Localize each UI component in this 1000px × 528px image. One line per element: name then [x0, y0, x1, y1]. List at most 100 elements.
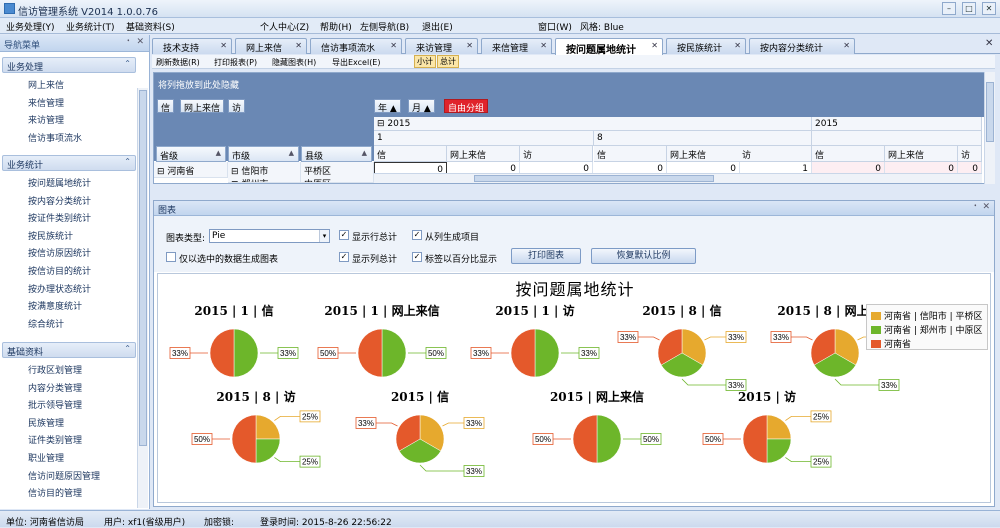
measure-header[interactable]: 信 [594, 146, 667, 162]
sidebar-item[interactable]: 综合统计 [28, 317, 64, 330]
pin-icon[interactable]: ᛫ [973, 202, 978, 212]
label-percent-checkbox[interactable]: ✓ [412, 252, 422, 262]
month8-header[interactable]: 8 [594, 131, 812, 146]
month1-header[interactable]: 1 [374, 131, 594, 146]
pie-slice[interactable] [510, 328, 536, 378]
pie-slice[interactable] [742, 414, 768, 464]
sidebar-item[interactable]: 网上来信 [28, 78, 64, 91]
sidebar-item[interactable]: 信访目的管理 [28, 486, 82, 499]
data-field-visit[interactable]: 访 [228, 99, 246, 114]
col-field-month[interactable]: 月 ▲ [408, 99, 435, 114]
show-row-total-checkbox[interactable]: ✓ [339, 230, 349, 240]
pie-slice[interactable] [233, 328, 259, 378]
tab[interactable]: 信访事项流水 ✕ [310, 38, 402, 54]
nav-scrollbar[interactable] [137, 88, 148, 508]
close-tab-icon[interactable]: ✕ [295, 41, 302, 50]
print-chart-button[interactable]: 打印图表 [511, 248, 581, 264]
tab[interactable]: 网上来信 ✕ [235, 38, 307, 54]
pie-slice[interactable] [766, 438, 792, 464]
menu-left-nav[interactable]: 左侧导航(B) [360, 20, 409, 33]
minimize-icon[interactable]: – [942, 2, 956, 15]
tab[interactable]: 按民族统计 ✕ [666, 38, 746, 54]
close-tab-icon[interactable]: ✕ [220, 41, 227, 50]
nav-group-2[interactable]: 基础资料 ⌃ [2, 342, 136, 358]
pin-icon[interactable]: ᛫ [126, 37, 131, 47]
refresh-button[interactable]: 刷新数据(R) [156, 57, 200, 68]
close-tab-icon[interactable]: ✕ [390, 41, 397, 50]
tab[interactable]: 按问题属地统计 ✕ [555, 38, 663, 56]
chart-type-select[interactable]: Pie ▾ [209, 229, 330, 243]
pie-slice[interactable] [381, 328, 407, 378]
menu-statistics[interactable]: 业务统计(T) [66, 20, 115, 33]
sidebar-item[interactable]: 证件类别管理 [28, 433, 82, 446]
pie-slice[interactable] [534, 328, 560, 378]
pivot-hscrollbar[interactable] [374, 173, 982, 183]
maximize-icon[interactable]: □ [962, 2, 976, 15]
sidebar-item[interactable]: 按信访原因统计 [28, 246, 91, 259]
nav-group-0[interactable]: 业务处理 ⌃ [2, 57, 136, 73]
sidebar-item[interactable]: 信访问题原因管理 [28, 469, 100, 482]
measure-header[interactable]: 网上来信 [885, 146, 958, 162]
sidebar-item[interactable]: 批示领导管理 [28, 398, 82, 411]
pivot-vscroll-thumb[interactable] [986, 82, 994, 142]
menu-help[interactable]: 帮助(H) [320, 20, 352, 33]
pie-slice[interactable] [572, 414, 598, 464]
chevron-down-icon[interactable]: ▾ [319, 230, 329, 242]
close-tab-icon[interactable]: ✕ [540, 41, 547, 50]
pie-slice[interactable] [255, 414, 281, 440]
measure-header[interactable]: 信 [812, 146, 885, 162]
pivot-hscroll-thumb[interactable] [474, 175, 714, 182]
sidebar-item[interactable]: 按满意度统计 [28, 299, 82, 312]
row-field-city[interactable]: 市级 ▲ [228, 146, 299, 162]
measure-header[interactable]: 访 [739, 146, 812, 162]
pie-slice[interactable] [209, 328, 235, 378]
row-field-province[interactable]: 省级 ▲ [156, 146, 226, 162]
measure-header[interactable]: 网上来信 [447, 146, 520, 162]
year2-header[interactable]: 2015 [812, 117, 982, 131]
sidebar-item[interactable]: 按信访目的统计 [28, 264, 91, 277]
show-col-total-checkbox[interactable]: ✓ [339, 252, 349, 262]
sidebar-item[interactable]: 职业管理 [28, 451, 64, 464]
pie-slice[interactable] [766, 414, 792, 440]
collapse-icon[interactable]: ⌃ [124, 344, 131, 353]
row-field-county[interactable]: 县级 ▲ [301, 146, 372, 162]
close-tab-icon[interactable]: ✕ [651, 41, 658, 50]
col-field-year[interactable]: 年 ▲ [374, 99, 401, 114]
pie-slice[interactable] [596, 414, 622, 464]
close-icon[interactable]: ✕ [136, 37, 144, 47]
close-tab-icon[interactable]: ✕ [843, 41, 850, 50]
subtotal-button[interactable]: 小计 [414, 55, 436, 68]
total-button[interactable]: 总计 [437, 55, 459, 68]
menu-exit[interactable]: 退出(E) [422, 20, 453, 33]
sidebar-item[interactable]: 内容分类管理 [28, 381, 82, 394]
sidebar-item[interactable]: 按证件类别统计 [28, 211, 91, 224]
menu-style[interactable]: 风格: Blue [580, 20, 624, 33]
hide-chart-button[interactable]: 隐藏图表(H) [272, 57, 316, 68]
pie-slice[interactable] [231, 414, 257, 464]
measure-header[interactable]: 访 [958, 146, 982, 162]
only-selected-checkbox[interactable] [166, 252, 176, 262]
data-field-letter[interactable]: 信 [157, 99, 175, 114]
tab[interactable]: 来访管理 ✕ [405, 38, 478, 54]
measure-header[interactable]: 信 [374, 146, 447, 162]
row-city[interactable]: ⊟ 信阳市 [228, 162, 301, 178]
sidebar-item[interactable]: 行政区划管理 [28, 363, 82, 376]
row-province[interactable]: ⊟ 河南省 [154, 162, 228, 178]
sidebar-item[interactable]: 来信管理 [28, 96, 64, 109]
menu-business[interactable]: 业务处理(Y) [6, 20, 55, 33]
menu-window[interactable]: 窗口(W) [538, 20, 572, 33]
sidebar-item[interactable]: 按办理状态统计 [28, 282, 91, 295]
sidebar-item[interactable]: 来访管理 [28, 113, 64, 126]
tab[interactable]: 按内容分类统计 ✕ [749, 38, 855, 54]
tab[interactable]: 来信管理 ✕ [481, 38, 552, 54]
pie-slice[interactable] [357, 328, 383, 378]
reset-ratio-button[interactable]: 恢复默认比例 [591, 248, 696, 264]
tab[interactable]: 技术支持 ✕ [152, 38, 232, 54]
sidebar-item[interactable]: 按民族统计 [28, 229, 73, 242]
sidebar-item[interactable]: 民族管理 [28, 416, 64, 429]
close-all-tabs-icon[interactable]: ✕ [985, 38, 996, 49]
measure-header[interactable]: 访 [520, 146, 593, 162]
print-report-button[interactable]: 打印报表(P) [214, 57, 257, 68]
sidebar-item[interactable]: 按问题属地统计 [28, 176, 91, 189]
close-icon[interactable]: ✕ [982, 2, 996, 15]
